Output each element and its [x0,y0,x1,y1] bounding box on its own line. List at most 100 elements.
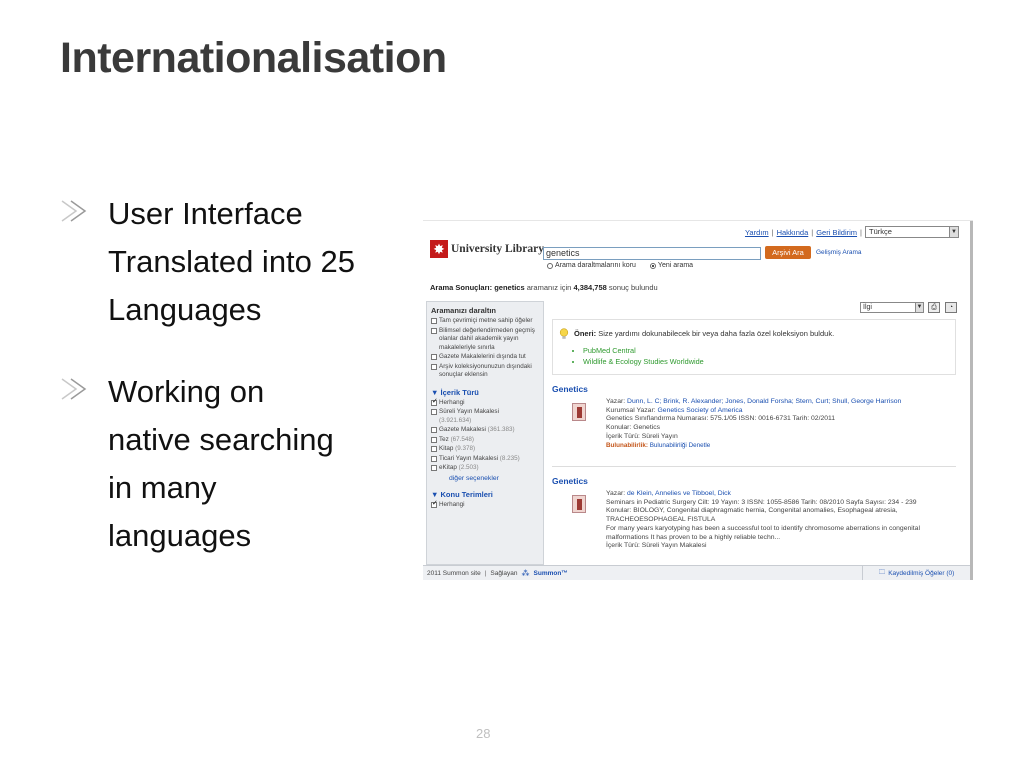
advanced-search-link[interactable]: Gelişmiş Arama [816,249,862,256]
checkbox[interactable] [431,409,437,415]
refine-option-label: Arşiv koleksiyonunuzun dışındaki sonuçla… [439,362,532,379]
summon-logo-icon: ⁂ [521,569,530,578]
summary-count: 4,384,758 [573,283,607,292]
language-select-value: Türkçe [869,227,892,236]
subject-heading[interactable]: ▼ Konu Terimleri [431,490,539,499]
content-type-option[interactable]: Herhangi [431,398,539,408]
subject-option[interactable]: Herhangi [431,500,539,510]
result-subject-line: Konular: BIOLOGY, Congenital diaphragmat… [606,507,898,524]
checkbox-checked[interactable] [431,500,438,508]
availability-line: Bulunabilirlik: Bulunabilirliği Denetle [606,442,901,451]
footer-separator: | [484,570,487,577]
saved-items-label: Kaydedilmiş Öğeler (0) [888,569,955,577]
saved-items-button[interactable]: 🗀 Kaydedilmiş Öğeler (0) [862,566,970,580]
result-meta-line: Genetics Sınıflandırma Numarası: 575.1/0… [606,415,836,423]
suggestion-text: Öneri: Size yardımı dokunabilecek bir ve… [574,329,834,338]
bullet-list: User Interface Translated into 25 Langua… [60,190,410,594]
result-authors[interactable]: Dunn, L. C; Brink, R. Alexander; Jones, … [627,398,901,405]
summary-prefix: Arama Sonuçları: [430,283,493,292]
chevron-bullet-icon [61,378,87,400]
refine-option[interactable]: Arşiv koleksiyonunuzun dışındaki sonuçla… [431,363,539,380]
print-icon[interactable]: ⎙ [928,302,940,313]
radio-button-selected[interactable] [649,262,656,269]
checkbox[interactable] [431,327,437,334]
content-type-label: Kitap [439,445,454,452]
checkbox[interactable] [431,436,437,443]
radio-label: Arama daraltmalarını koru [555,262,636,269]
content-type-option[interactable]: eKitap (2.503) [431,464,539,473]
checkbox[interactable] [431,455,437,462]
suggestion-list: PubMed Central Wildlife & Ecology Studie… [583,345,704,367]
link-separator: | [860,227,862,237]
screenshot-footer: 2011 Summon site | Sağlayan ⁂ Summon™ 🗀 … [423,565,970,580]
content-type-heading[interactable]: ▼ İçerik Türü [431,388,539,397]
feedback-link[interactable]: Geri Bildirim [816,228,857,237]
result-meta-line: Seminars in Pediatric Surgery Cilt: 19 Y… [606,498,917,506]
checkbox[interactable] [431,363,437,370]
checkbox-checked[interactable] [431,398,438,406]
result-item: Genetics Yazar: de Klein, Annelies ve Ti… [552,476,956,551]
about-link[interactable]: Hakkında [777,228,809,237]
availability-link[interactable]: Bulunabilirliği Denetle [650,442,711,449]
radio-new-search[interactable]: Yeni arama [649,262,694,269]
result-body: Yazar: Dunn, L. C; Brink, R. Alexander; … [552,398,956,450]
result-subject-line: Konular: Genetics [606,424,661,432]
dropdown-arrow-icon: ▼ [915,303,923,312]
checkbox[interactable] [431,354,437,360]
powered-by-label: Sağlayan [490,570,518,577]
content-type-count: (361.383) [487,426,515,433]
content-type-option[interactable]: Süreli Yayın Makalesi (3.921.634) [431,408,539,425]
help-link[interactable]: Yardım [745,228,769,237]
more-options-link[interactable]: diğer seçenekler [449,475,539,482]
summon-brand[interactable]: Summon™ [534,570,568,577]
result-authors[interactable]: de Klein, Annelies ve Tibboel, Dick [627,490,731,497]
radio-keep-refinements[interactable]: Arama daraltmalarını koru [547,262,636,269]
content-type-label: Herhangi [439,398,465,406]
subject-heading-label: Konu Terimleri [440,489,493,499]
result-details: Yazar: de Klein, Annelies ve Tibboel, Di… [596,490,956,551]
content-type-count: (8.235) [499,454,520,462]
sort-select-value: İlgi [863,304,872,311]
radio-label: Yeni arama [657,262,694,269]
content-type-option[interactable]: Tez (67.548) [431,436,539,445]
result-title[interactable]: Genetics [552,384,956,394]
content-type-label: eKitap [439,464,457,471]
link-separator: | [771,227,774,237]
checkbox[interactable] [431,465,437,471]
refine-option[interactable]: Gazete Makalelerini dışında tut [431,353,539,362]
result-authors-line: Yazar: de Klein, Annelies ve Tibboel, Di… [606,490,956,499]
result-details: Yazar: Dunn, L. C; Brink, R. Alexander; … [596,398,901,450]
search-button[interactable]: Arşivi Ara [765,246,811,259]
content-type-label: Ticari Yayın Makalesi [439,454,499,462]
content-type-option[interactable]: Gazete Makalesi (361.383) [431,426,539,435]
content-type-option[interactable]: Kitap (9.378) [431,445,539,454]
author-label: Yazar: [606,398,626,405]
checkbox[interactable] [431,427,437,433]
journal-icon [572,403,586,421]
result-type-line: İçerik Türü: Süreli Yayın Makalesi [606,542,707,550]
result-title[interactable]: Genetics [552,476,956,486]
content-type-label: Gazete Makalesi [439,426,486,433]
result-body: Yazar: de Klein, Annelies ve Tibboel, Di… [552,490,956,551]
content-type-option[interactable]: Ticari Yayın Makalesi (8.235) [431,455,539,464]
availability-label: Bulunabilirlik: [606,441,648,449]
corp-author-link[interactable]: Genetics Society of America [658,407,743,414]
checkbox[interactable] [431,446,437,452]
library-logo: ✸ University Library [430,240,544,258]
header-links: Yardım | Hakkında | Geri Bildirim | Türk… [745,226,959,238]
sort-select[interactable]: İlgi ▼ [860,302,924,313]
content-type-count: (67.548) [450,435,475,443]
search-input[interactable]: genetics [543,247,761,260]
radio-button[interactable] [547,262,553,269]
bullet-text: Working on native searching in many lang… [108,374,334,553]
footer-site-text: 2011 Summon site [427,570,481,577]
checkbox[interactable] [431,318,437,324]
language-select[interactable]: Türkçe ▼ [865,226,959,238]
suggestion-item-pubmed[interactable]: PubMed Central [583,345,704,356]
refine-option[interactable]: Bilimsel değerlendirmeden geçmiş olanlar… [431,327,539,353]
refine-option[interactable]: Tam çevrimiçi metne sahip öğeler [431,317,539,326]
rss-icon[interactable]: ◔ [945,302,957,313]
suggestion-message: Size yardımı dokunabilecek bir veya daha… [598,329,835,338]
suggestion-item-wildlife[interactable]: Wildlife & Ecology Studies Worldwide [583,356,704,367]
chevron-bullet-icon [61,200,87,222]
